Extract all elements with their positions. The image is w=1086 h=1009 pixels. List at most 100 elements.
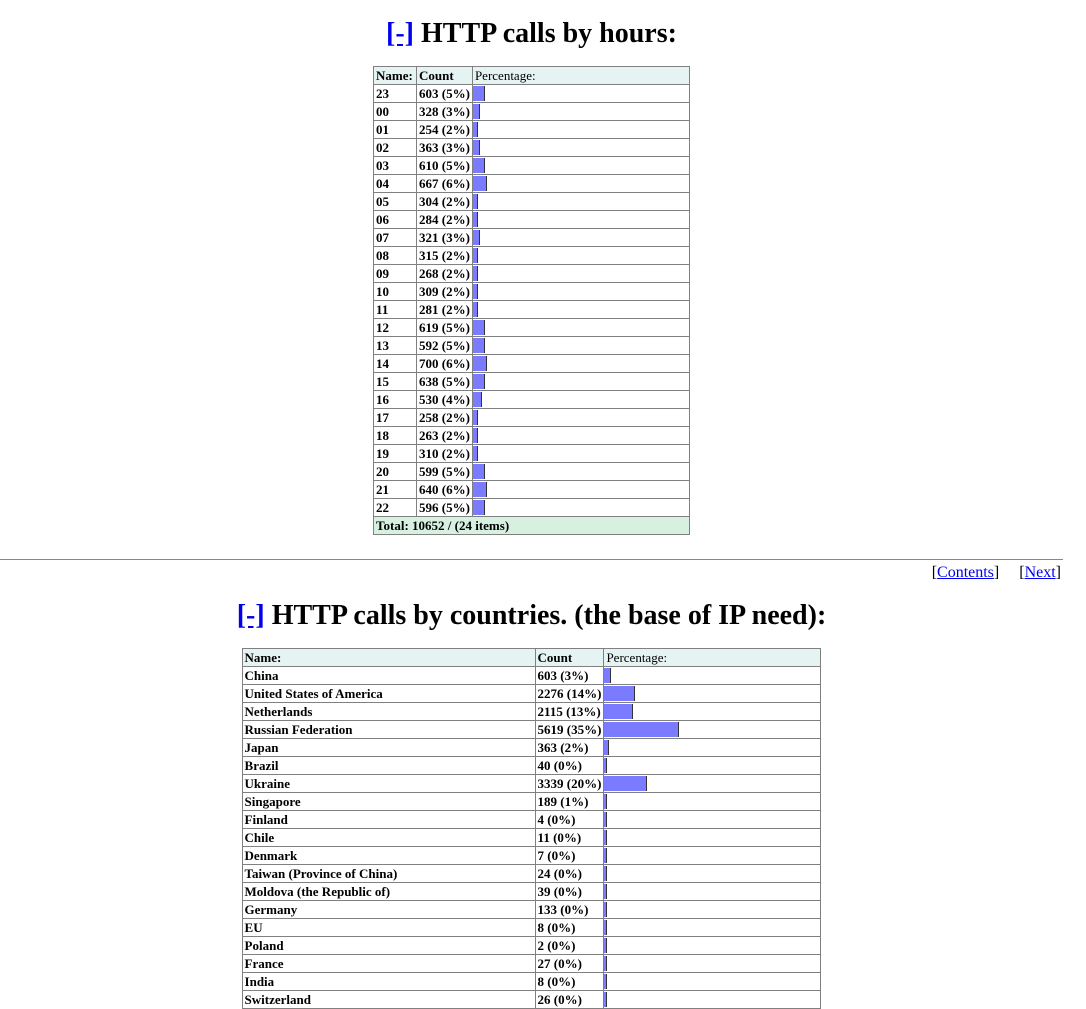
- row-count: 268 (2%): [417, 265, 473, 283]
- row-name: 20: [374, 463, 417, 481]
- row-name: Chile: [242, 829, 535, 847]
- row-count: 27 (0%): [535, 955, 604, 973]
- row-count: 603 (5%): [417, 85, 473, 103]
- percentage-bar: [473, 392, 482, 407]
- row-percentage-bar: [604, 721, 821, 739]
- percentage-bar: [604, 920, 607, 935]
- table-row: 06284 (2%): [374, 211, 690, 229]
- row-percentage-bar: [604, 901, 821, 919]
- table-row: 02363 (3%): [374, 139, 690, 157]
- row-count: 304 (2%): [417, 193, 473, 211]
- row-name: Taiwan (Province of China): [242, 865, 535, 883]
- percentage-bar: [473, 248, 478, 263]
- percentage-bar: [473, 122, 478, 137]
- hours-total-row: Total: 10652 / (24 items): [374, 517, 690, 535]
- row-count: 254 (2%): [417, 121, 473, 139]
- row-name: 04: [374, 175, 417, 193]
- section-countries-title-text: HTTP calls by countries. (the base of IP…: [265, 600, 827, 631]
- col-count: Count: [417, 67, 473, 85]
- row-name: Japan: [242, 739, 535, 757]
- row-percentage-bar: [604, 847, 821, 865]
- bracket: ]: [1056, 564, 1061, 581]
- percentage-bar: [604, 992, 607, 1007]
- row-percentage-bar: [472, 265, 689, 283]
- row-percentage-bar: [472, 247, 689, 265]
- next-link[interactable]: Next: [1025, 564, 1056, 581]
- row-count: 39 (0%): [535, 883, 604, 901]
- row-count: 619 (5%): [417, 319, 473, 337]
- row-percentage-bar: [472, 157, 689, 175]
- row-count: 603 (3%): [535, 667, 604, 685]
- table-row: Brazil40 (0%): [242, 757, 821, 775]
- percentage-bar: [473, 338, 485, 353]
- row-name: 18: [374, 427, 417, 445]
- row-count: 2115 (13%): [535, 703, 604, 721]
- table-row: Moldova (the Republic of)39 (0%): [242, 883, 821, 901]
- col-percentage: Percentage:: [604, 649, 821, 667]
- table-row: Japan363 (2%): [242, 739, 821, 757]
- percentage-bar: [473, 230, 480, 245]
- row-count: 133 (0%): [535, 901, 604, 919]
- row-count: 3339 (20%): [535, 775, 604, 793]
- row-name: 12: [374, 319, 417, 337]
- row-name: 08: [374, 247, 417, 265]
- row-percentage-bar: [604, 793, 821, 811]
- percentage-bar: [604, 974, 607, 989]
- countries-header-row: Name: Count Percentage:: [242, 649, 821, 667]
- row-percentage-bar: [604, 685, 821, 703]
- row-name: 14: [374, 355, 417, 373]
- row-percentage-bar: [472, 301, 689, 319]
- row-percentage-bar: [604, 739, 821, 757]
- percentage-bar: [604, 740, 609, 755]
- row-percentage-bar: [604, 829, 821, 847]
- row-name: Poland: [242, 937, 535, 955]
- row-percentage-bar: [472, 85, 689, 103]
- row-name: China: [242, 667, 535, 685]
- table-row: Russian Federation5619 (35%): [242, 721, 821, 739]
- table-row: 18263 (2%): [374, 427, 690, 445]
- percentage-bar: [604, 902, 607, 917]
- collapse-toggle-countries[interactable]: [-]: [237, 600, 265, 631]
- contents-link[interactable]: Contents: [937, 564, 994, 581]
- row-percentage-bar: [472, 121, 689, 139]
- table-row: 23603 (5%): [374, 85, 690, 103]
- table-row: 00328 (3%): [374, 103, 690, 121]
- row-name: 13: [374, 337, 417, 355]
- row-percentage-bar: [604, 955, 821, 973]
- table-row: 01254 (2%): [374, 121, 690, 139]
- table-row: France27 (0%): [242, 955, 821, 973]
- table-row: 03610 (5%): [374, 157, 690, 175]
- row-percentage-bar: [472, 175, 689, 193]
- table-row: Poland2 (0%): [242, 937, 821, 955]
- row-count: 11 (0%): [535, 829, 604, 847]
- row-count: 40 (0%): [535, 757, 604, 775]
- row-name: 10: [374, 283, 417, 301]
- hours-header-row: Name: Count Percentage:: [374, 67, 690, 85]
- collapse-toggle-hours[interactable]: [-]: [386, 18, 414, 49]
- row-name: Russian Federation: [242, 721, 535, 739]
- row-count: 592 (5%): [417, 337, 473, 355]
- percentage-bar: [604, 704, 633, 719]
- percentage-bar: [604, 812, 607, 827]
- percentage-bar: [473, 320, 485, 335]
- col-count: Count: [535, 649, 604, 667]
- row-name: 03: [374, 157, 417, 175]
- percentage-bar: [604, 776, 647, 791]
- table-row: 09268 (2%): [374, 265, 690, 283]
- row-count: 610 (5%): [417, 157, 473, 175]
- row-name: Germany: [242, 901, 535, 919]
- row-count: 2276 (14%): [535, 685, 604, 703]
- percentage-bar: [473, 374, 485, 389]
- table-row: 22596 (5%): [374, 499, 690, 517]
- row-percentage-bar: [604, 919, 821, 937]
- row-name: India: [242, 973, 535, 991]
- row-count: 26 (0%): [535, 991, 604, 1009]
- row-percentage-bar: [472, 373, 689, 391]
- row-percentage-bar: [472, 139, 689, 157]
- row-percentage-bar: [472, 427, 689, 445]
- row-percentage-bar: [472, 445, 689, 463]
- row-percentage-bar: [472, 103, 689, 121]
- row-count: 4 (0%): [535, 811, 604, 829]
- row-percentage-bar: [472, 337, 689, 355]
- row-percentage-bar: [604, 667, 821, 685]
